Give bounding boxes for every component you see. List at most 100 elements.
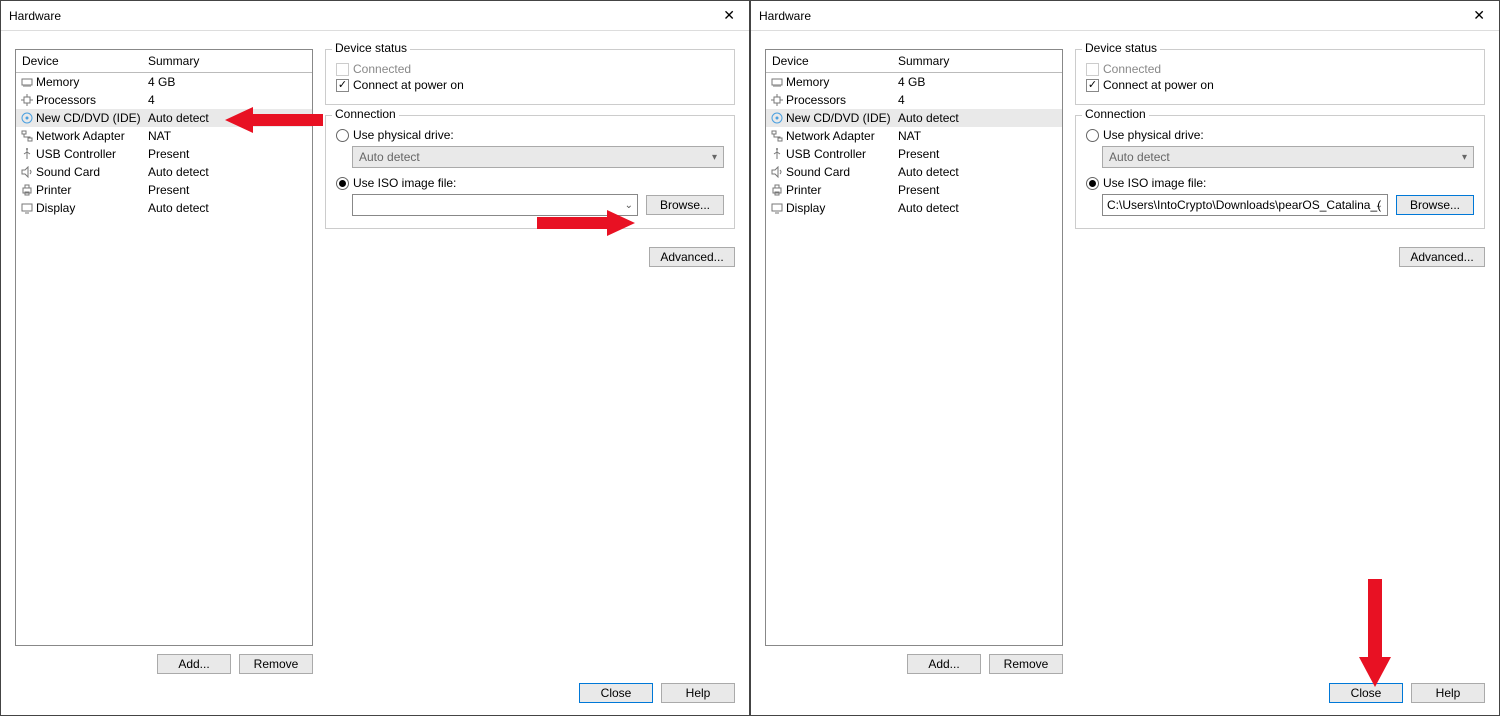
poweron-row[interactable]: Connect at power on [1086,78,1474,92]
physical-drive-row[interactable]: Use physical drive: [1086,128,1474,142]
iso-path-input[interactable]: ⌄ [352,194,638,216]
device-summary: 4 GB [148,75,308,89]
device-header: Device Summary [16,50,312,73]
device-status-group: Device status Connected Connect at power… [325,49,735,105]
device-list[interactable]: Memory4 GBProcessors4New CD/DVD (IDE)Aut… [766,73,1062,645]
connected-row: Connected [1086,62,1474,76]
device-summary: Auto detect [898,201,1058,215]
device-list-box: Device Summary Memory4 GBProcessors4New … [15,49,313,646]
poweron-row[interactable]: Connect at power on [336,78,724,92]
device-row-network-adapter[interactable]: Network AdapterNAT [16,127,312,145]
footer: Close Help [751,682,1499,715]
titlebar: Hardware ✕ [1,1,749,31]
device-summary: Present [148,147,308,161]
device-row-printer[interactable]: PrinterPresent [16,181,312,199]
iso-input-row: ⌄ Browse... [352,194,724,216]
device-name: New CD/DVD (IDE) [36,111,148,125]
content: Device Summary Memory4 GBProcessors4New … [1,31,749,682]
chevron-down-icon: ▾ [712,152,717,163]
poweron-label: Connect at power on [353,78,464,92]
device-list-box: Device Summary Memory4 GBProcessors4New … [765,49,1063,646]
help-button[interactable]: Help [1411,683,1485,703]
sound-icon [20,165,34,179]
iso-path-value: C:\Users\IntoCrypto\Downloads\pearOS_Cat… [1107,198,1381,212]
remove-button[interactable]: Remove [239,654,313,674]
device-summary: Auto detect [148,201,308,215]
device-status-legend: Device status [1082,41,1160,55]
advanced-row: Advanced... [325,247,735,267]
browse-button[interactable]: Browse... [1396,195,1474,215]
chevron-down-icon: ▾ [1462,152,1467,163]
add-button[interactable]: Add... [157,654,231,674]
device-row-display[interactable]: DisplayAuto detect [16,199,312,217]
device-buttons: Add... Remove [15,646,313,674]
close-button[interactable]: Close [1329,683,1403,703]
iso-radio[interactable] [336,177,349,190]
close-icon[interactable]: ✕ [717,3,741,28]
iso-row[interactable]: Use ISO image file: [1086,176,1474,190]
device-summary: Auto detect [898,111,1058,125]
device-row-usb-controller[interactable]: USB ControllerPresent [766,145,1062,163]
physical-drive-radio[interactable] [1086,129,1099,142]
connected-label: Connected [353,62,411,76]
device-row-printer[interactable]: PrinterPresent [766,181,1062,199]
physical-drive-label: Use physical drive: [1103,128,1204,142]
device-row-new-cd-dvd-ide-[interactable]: New CD/DVD (IDE)Auto detect [766,109,1062,127]
iso-input-row: C:\Users\IntoCrypto\Downloads\pearOS_Cat… [1102,194,1474,216]
sound-icon [770,165,784,179]
iso-label: Use ISO image file: [353,176,456,190]
device-name: Display [36,201,148,215]
device-column: Device Summary Memory4 GBProcessors4New … [15,49,313,674]
device-row-new-cd-dvd-ide-[interactable]: New CD/DVD (IDE)Auto detect [16,109,312,127]
device-name: Processors [786,93,898,107]
device-row-processors[interactable]: Processors4 [766,91,1062,109]
connected-checkbox [336,63,349,76]
device-buttons: Add... Remove [765,646,1063,674]
device-column: Device Summary Memory4 GBProcessors4New … [765,49,1063,674]
iso-radio[interactable] [1086,177,1099,190]
device-summary: Present [898,183,1058,197]
advanced-button[interactable]: Advanced... [1399,247,1485,267]
close-icon[interactable]: ✕ [1467,3,1491,28]
header-summary: Summary [898,54,1056,68]
chevron-down-icon[interactable]: ⌄ [625,200,633,211]
usb-icon [770,147,784,161]
settings-column: Device status Connected Connect at power… [1075,49,1485,674]
cpu-icon [20,93,34,107]
advanced-button[interactable]: Advanced... [649,247,735,267]
disc-icon [770,111,784,125]
chevron-down-icon[interactable]: ⌄ [1375,200,1383,211]
device-row-processors[interactable]: Processors4 [16,91,312,109]
poweron-checkbox[interactable] [1086,79,1099,92]
device-row-sound-card[interactable]: Sound CardAuto detect [766,163,1062,181]
connection-legend: Connection [332,107,399,121]
device-summary: Present [898,147,1058,161]
panel-left: Hardware ✕ Device Summary Memory4 GBProc… [0,0,750,716]
device-summary: Present [148,183,308,197]
device-row-sound-card[interactable]: Sound CardAuto detect [16,163,312,181]
usb-icon [20,147,34,161]
iso-path-input[interactable]: C:\Users\IntoCrypto\Downloads\pearOS_Cat… [1102,194,1388,216]
physical-drive-radio[interactable] [336,129,349,142]
poweron-checkbox[interactable] [336,79,349,92]
physical-drive-row[interactable]: Use physical drive: [336,128,724,142]
physical-drive-label: Use physical drive: [353,128,454,142]
device-list[interactable]: Memory4 GBProcessors4New CD/DVD (IDE)Aut… [16,73,312,645]
iso-row[interactable]: Use ISO image file: [336,176,724,190]
device-row-display[interactable]: DisplayAuto detect [766,199,1062,217]
close-button[interactable]: Close [579,683,653,703]
device-name: Memory [36,75,148,89]
advanced-row: Advanced... [1075,247,1485,267]
device-summary: Auto detect [898,165,1058,179]
help-button[interactable]: Help [661,683,735,703]
device-summary: 4 [148,93,308,107]
device-row-memory[interactable]: Memory4 GB [16,73,312,91]
add-button[interactable]: Add... [907,654,981,674]
browse-button[interactable]: Browse... [646,195,724,215]
remove-button[interactable]: Remove [989,654,1063,674]
device-name: Printer [786,183,898,197]
device-row-memory[interactable]: Memory4 GB [766,73,1062,91]
device-row-network-adapter[interactable]: Network AdapterNAT [766,127,1062,145]
device-name: USB Controller [786,147,898,161]
device-row-usb-controller[interactable]: USB ControllerPresent [16,145,312,163]
